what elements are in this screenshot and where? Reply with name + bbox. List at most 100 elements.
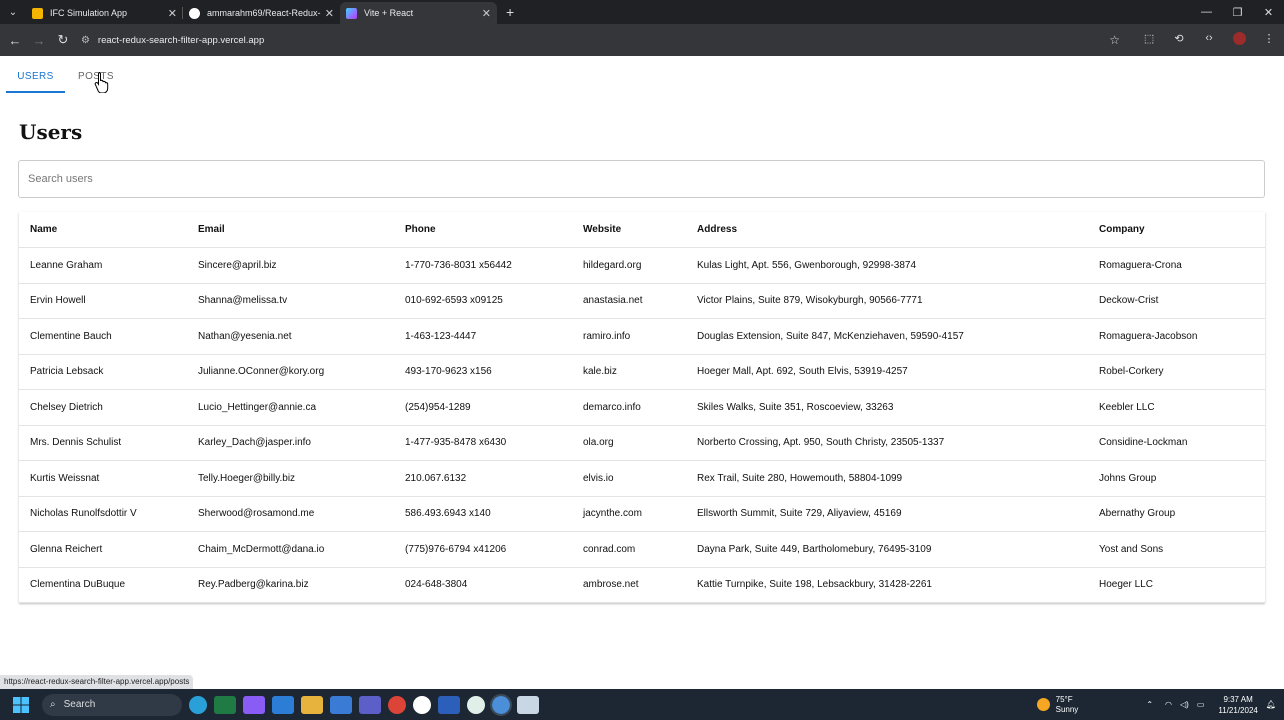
word-icon[interactable] — [438, 695, 460, 714]
weather-widget[interactable]: 75°F Sunny — [1036, 694, 1078, 715]
cell-email: Julianne.OConner@kory.org — [198, 366, 325, 378]
cell-email: Sherwood@rosamond.me — [198, 508, 315, 520]
maximize-icon[interactable]: ❐ — [1222, 6, 1253, 19]
cell-name: Mrs. Dennis Schulist — [30, 437, 122, 449]
cell-website: elvis.io — [583, 472, 614, 484]
cell-address: Kattie Turnpike, Suite 198, Lebsackbury,… — [697, 579, 932, 591]
notification-bell-icon[interactable]: 🔔︎ — [1266, 700, 1276, 709]
cell-company: Robel-Corkery — [1099, 366, 1164, 378]
window-close-icon[interactable]: ✕ — [1253, 6, 1284, 19]
profile-avatar[interactable] — [1224, 32, 1254, 48]
close-icon[interactable]: ✕ — [168, 7, 177, 20]
chrome-icon[interactable] — [388, 695, 406, 714]
extensions-icon[interactable]: ⬚ — [1134, 32, 1164, 48]
column-header[interactable]: Address — [697, 224, 1099, 235]
cell-email: Nathan@yesenia.net — [198, 330, 292, 342]
table-row[interactable]: Clementine Bauch Nathan@yesenia.net 1-463-… — [19, 319, 1265, 355]
cell-address: Douglas Extension, Suite 847, McKenzieha… — [697, 330, 964, 342]
battery-icon[interactable]: ▭ — [1197, 700, 1205, 709]
cell-website: demarco.info — [583, 401, 641, 413]
cell-name: Clementina DuBuque — [30, 579, 126, 591]
excel-icon[interactable] — [214, 695, 236, 714]
close-icon[interactable]: ✕ — [325, 7, 334, 20]
cell-address: Kulas Light, Apt. 556, Gwenborough, 9299… — [697, 259, 917, 271]
column-header[interactable]: Company — [1099, 224, 1265, 235]
url-text: react-redux-search-filter-app.vercel.app — [97, 34, 265, 46]
table-row[interactable]: Glenna Reichert Chaim_McDermott@dana.io (7… — [19, 532, 1265, 568]
table-row[interactable]: Leanne Graham Sincere@april.biz 1-770-736-… — [19, 248, 1265, 284]
tab-title: ammarahm69/React-Redux-Se — [207, 8, 321, 18]
history-icon[interactable]: ⟲ — [1164, 32, 1194, 48]
cell-name: Glenna Reichert — [30, 543, 103, 555]
address-bar[interactable]: ⚙ react-redux-search-filter-app.vercel.a… — [81, 29, 1120, 51]
menu-icon[interactable]: ⋮ — [1254, 32, 1284, 48]
column-header[interactable]: Name — [19, 224, 198, 235]
tab-users[interactable]: USERS — [6, 56, 65, 96]
table-row[interactable]: Nicholas Runolfsdottir V Sherwood@rosamon… — [19, 497, 1265, 532]
windows-start-icon[interactable] — [0, 696, 42, 713]
cell-address: Hoeger Mall, Apt. 692, South Elvis, 5391… — [697, 366, 908, 378]
tab-search-icon[interactable]: ⌄ — [0, 0, 26, 24]
wifi-icon[interactable]: ◠ — [1165, 700, 1172, 709]
file-explorer-icon[interactable] — [301, 695, 323, 714]
site-info-icon[interactable]: ⚙ — [81, 35, 90, 46]
minimize-icon[interactable]: — — [1191, 6, 1222, 19]
edge-icon[interactable] — [189, 695, 207, 714]
store-icon[interactable] — [330, 695, 352, 714]
cell-website: ola.org — [583, 437, 614, 449]
snipping-tool-icon[interactable] — [517, 695, 539, 714]
hand-cursor-icon — [94, 72, 109, 93]
table-header-row: Name Email Phone Website Address Company — [19, 212, 1265, 248]
search-input[interactable] — [18, 160, 1265, 198]
table-row[interactable]: Chelsey Dietrich Lucio_Hettinger@annie.ca… — [19, 390, 1265, 426]
teams-icon[interactable] — [359, 695, 381, 714]
cell-phone: 493-170-9623 x156 — [405, 366, 492, 378]
reload-icon[interactable]: ↻ — [51, 32, 75, 48]
clock[interactable]: 9:37 AM 11/21/2024 — [1218, 694, 1257, 716]
github-icon — [189, 7, 200, 19]
table-row[interactable]: Clementina DuBuque Rey.Padberg@karina.biz… — [19, 568, 1265, 603]
cell-company: Romaguera-Jacobson — [1099, 330, 1198, 342]
table-row[interactable]: Patricia Lebsack Julianne.OConner@kory.or… — [19, 355, 1265, 390]
cell-company: Romaguera-Crona — [1099, 259, 1182, 271]
close-icon[interactable]: ✕ — [482, 7, 491, 20]
cell-phone: 010-692-6593 x09125 — [405, 295, 503, 307]
browser-tab-active[interactable]: Vite + React ✕ — [340, 2, 497, 24]
table-row[interactable]: Ervin Howell Shanna@melissa.tv 010-692-659… — [19, 284, 1265, 319]
browser-tab[interactable]: IFC Simulation App ✕ — [26, 2, 183, 24]
cell-name: Chelsey Dietrich — [30, 401, 103, 413]
github-desktop-icon[interactable] — [413, 695, 431, 714]
chatgpt-icon[interactable] — [467, 695, 485, 714]
browser-tab[interactable]: ammarahm69/React-Redux-Se ✕ — [183, 2, 340, 24]
cell-email: Rey.Padberg@karina.biz — [198, 579, 309, 591]
taskbar-search[interactable]: ⌕ Search — [42, 693, 182, 716]
cell-address: Victor Plains, Suite 879, Wisokyburgh, 9… — [697, 295, 923, 307]
volume-icon[interactable]: ◁) — [1180, 700, 1189, 709]
browser-toolbar: ← → ↻ ⚙ react-redux-search-filter-app.ve… — [0, 24, 1284, 56]
new-tab-button[interactable]: + — [506, 4, 514, 20]
table-row[interactable]: Mrs. Dennis Schulist Karley_Dach@jasper.i… — [19, 426, 1265, 461]
cell-address: Norberto Crossing, Apt. 950, South Chris… — [697, 437, 945, 449]
devtools-icon[interactable]: ‹› — [1194, 32, 1224, 48]
cell-phone: (775)976-6794 x41206 — [405, 543, 507, 555]
app-tabs: USERS POSTS — [0, 56, 1284, 96]
cell-address: Skiles Walks, Suite 351, Roscoeview, 332… — [697, 401, 894, 413]
cell-address: Dayna Park, Suite 449, Bartholomebury, 7… — [697, 543, 932, 555]
cell-address: Ellsworth Summit, Suite 729, Aliyaview, … — [697, 508, 902, 520]
column-header[interactable]: Email — [198, 224, 405, 235]
copilot-icon[interactable] — [243, 695, 265, 714]
cell-email: Chaim_McDermott@dana.io — [198, 543, 325, 555]
cell-website: ambrose.net — [583, 579, 639, 591]
cell-website: conrad.com — [583, 543, 636, 555]
weather-temp: 75°F — [1055, 694, 1073, 704]
back-icon[interactable]: ← — [3, 33, 27, 48]
table-row[interactable]: Kurtis Weissnat Telly.Hoeger@billy.biz 210… — [19, 461, 1265, 497]
column-header[interactable]: Phone — [405, 224, 583, 235]
column-header[interactable]: Website — [583, 224, 697, 235]
forward-icon[interactable]: → — [27, 33, 51, 48]
vscode-icon[interactable] — [272, 695, 294, 714]
bookmark-star-icon[interactable]: ☆ — [1109, 33, 1120, 47]
chevron-up-icon[interactable]: ⌃ — [1146, 700, 1153, 709]
tab-title: IFC Simulation App — [50, 8, 128, 18]
chrome-active-icon[interactable] — [490, 693, 512, 716]
